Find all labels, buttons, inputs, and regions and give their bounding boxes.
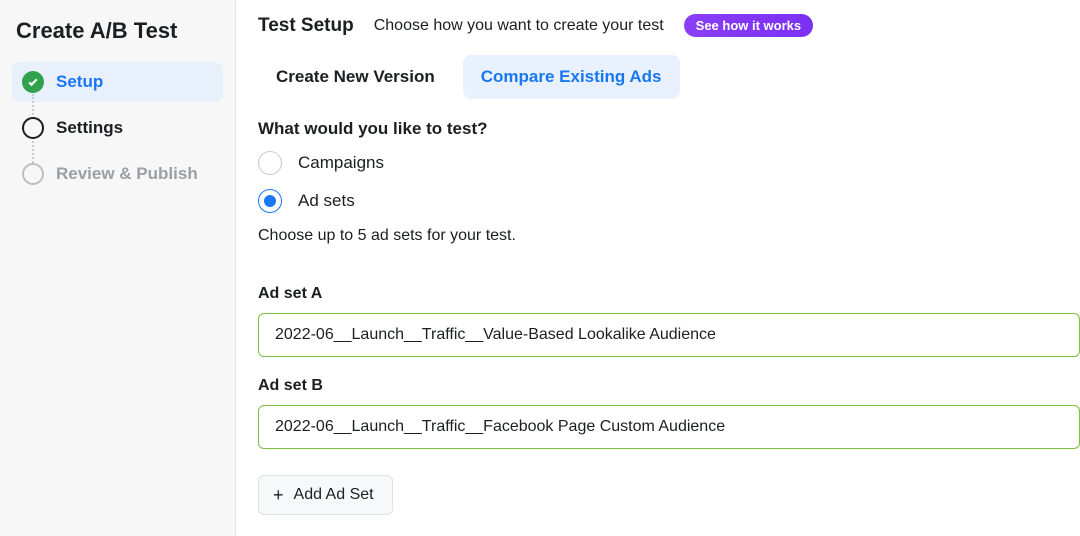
radio-icon xyxy=(258,151,282,175)
section-subtitle: Choose how you want to create your test xyxy=(374,17,664,35)
radio-label: Campaigns xyxy=(298,153,384,173)
ad-set-a-block: Ad set A 2022-06__Launch__Traffic__Value… xyxy=(258,285,1080,357)
check-icon xyxy=(22,71,44,93)
scope-hint: Choose up to 5 ad sets for your test. xyxy=(258,227,1080,245)
radio-icon xyxy=(258,189,282,213)
step-label: Review & Publish xyxy=(56,164,198,184)
section-title: Test Setup xyxy=(258,15,354,37)
sidebar: Create A/B Test Setup Settings Review & … xyxy=(0,0,236,536)
tab-compare-existing-ads[interactable]: Compare Existing Ads xyxy=(463,55,680,99)
add-ad-set-label: Add Ad Set xyxy=(294,486,374,504)
circle-icon xyxy=(22,117,44,139)
header: Test Setup Choose how you want to create… xyxy=(258,14,1080,37)
add-ad-set-button[interactable]: + Add Ad Set xyxy=(258,475,393,515)
circle-icon xyxy=(22,163,44,185)
ad-set-b-block: Ad set B 2022-06__Launch__Traffic__Faceb… xyxy=(258,377,1080,449)
test-scope-question: What would you like to test? xyxy=(258,119,1080,139)
plus-icon: + xyxy=(273,486,284,504)
radio-ad-sets[interactable]: Ad sets xyxy=(258,189,1080,213)
step-settings[interactable]: Settings xyxy=(12,108,223,148)
radio-campaigns[interactable]: Campaigns xyxy=(258,151,1080,175)
page-title: Create A/B Test xyxy=(16,18,219,44)
radio-label: Ad sets xyxy=(298,191,355,211)
step-review-publish[interactable]: Review & Publish xyxy=(12,154,223,194)
main-content: Test Setup Choose how you want to create… xyxy=(236,0,1080,536)
step-setup[interactable]: Setup xyxy=(12,62,223,102)
step-label: Setup xyxy=(56,72,103,92)
help-pill[interactable]: See how it works xyxy=(684,14,813,37)
step-list: Setup Settings Review & Publish xyxy=(12,62,223,194)
step-label: Settings xyxy=(56,118,123,138)
field-label: Ad set A xyxy=(258,285,1080,303)
tab-create-new-version[interactable]: Create New Version xyxy=(258,55,453,99)
creation-mode-tabs: Create New Version Compare Existing Ads xyxy=(258,55,1080,99)
ad-set-b-select[interactable]: 2022-06__Launch__Traffic__Facebook Page … xyxy=(258,405,1080,449)
ad-set-a-select[interactable]: 2022-06__Launch__Traffic__Value-Based Lo… xyxy=(258,313,1080,357)
field-label: Ad set B xyxy=(258,377,1080,395)
